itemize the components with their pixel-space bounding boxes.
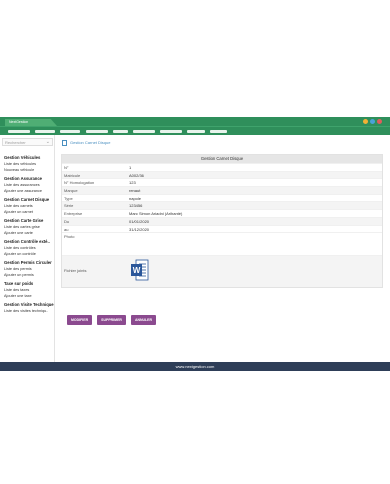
nav-item[interactable]: [187, 130, 205, 133]
detail-row: Série 123456: [62, 201, 382, 210]
footer-url[interactable]: www.nextgestion.com: [176, 364, 215, 369]
sidebar-item[interactable]: Ajouter un carnet: [4, 209, 54, 215]
detail-value: Marc Simon Ariadni (Arihanté): [129, 211, 183, 217]
detail-label: N° Homologation: [64, 180, 95, 186]
breadcrumb-label: Gestion Carnet Disque: [70, 140, 111, 146]
svg-text:W: W: [133, 266, 141, 275]
nav-item[interactable]: [160, 130, 182, 133]
app-window: NextGestion Rechercher ⌄ Gestion Véhicul…: [0, 117, 390, 371]
detail-label: Série: [64, 203, 74, 209]
nav-item[interactable]: [35, 130, 55, 133]
photo-value: [129, 233, 382, 255]
sidebar-item[interactable]: Liste des visites techniqu..: [4, 308, 54, 314]
action-buttons: MODIFIER SUPPRIMER ANNULER: [67, 315, 157, 325]
detail-card: Gestion Carnet Disque N° 1 Matricule A002/3…: [61, 154, 383, 289]
sidebar-menu: Gestion Véhicules Liste des véhicules Nouv…: [4, 152, 54, 314]
title-bar: NextGestion: [0, 117, 390, 126]
delete-button[interactable]: SUPPRIMER: [97, 315, 126, 325]
detail-value: 1: [129, 165, 132, 170]
sidebar-item[interactable]: Ajouter une assurance: [4, 188, 54, 194]
minimize-dot-icon[interactable]: [363, 119, 368, 124]
detail-label: Matricule: [64, 172, 81, 178]
nav-item[interactable]: [8, 130, 30, 133]
detail-row: N° 1: [62, 163, 382, 171]
file-row: Fichier joints: [62, 255, 382, 288]
top-navbar: [0, 126, 390, 135]
word-file-icon[interactable]: W: [131, 259, 149, 281]
detail-row: au 31/12/2020: [62, 224, 382, 233]
app-tab[interactable]: NextGestion: [5, 119, 57, 126]
nav-item[interactable]: [210, 130, 227, 133]
detail-rows: N° 1 Matricule A002/36 N° Homologation 123 Mar…: [62, 163, 382, 232]
document-icon: [62, 140, 67, 146]
photo-label: Photo: [64, 234, 75, 240]
file-label: Fichier joints: [64, 268, 87, 274]
maximize-dot-icon[interactable]: [370, 119, 375, 124]
close-dot-icon[interactable]: [377, 119, 382, 124]
detail-value: 31/12/2020: [129, 226, 150, 232]
cancel-button[interactable]: ANNULER: [130, 315, 157, 325]
detail-row: Type napole: [62, 193, 382, 202]
sidebar-item[interactable]: Ajouter un contrôle: [4, 251, 54, 257]
detail-value: renaut: [129, 188, 141, 194]
nav-item[interactable]: [133, 130, 155, 133]
sidebar: Rechercher ⌄ Gestion Véhicules Liste des …: [0, 135, 55, 362]
sidebar-item[interactable]: Ajouter une carte: [4, 230, 54, 236]
file-value: [129, 256, 382, 287]
detail-label: au: [64, 226, 69, 232]
detail-label: Entreprise: [64, 211, 83, 217]
breadcrumb[interactable]: Gestion Carnet Disque: [62, 140, 110, 146]
search-input[interactable]: Rechercher ⌄: [2, 138, 53, 146]
detail-row: Matricule A002/36: [62, 170, 382, 179]
sidebar-item[interactable]: Ajouter un permis: [4, 272, 54, 278]
detail-value: 123: [129, 180, 136, 186]
detail-value: A002/36: [129, 172, 144, 178]
detail-label: Du: [64, 218, 70, 224]
nav-item[interactable]: [86, 130, 108, 133]
app-tab-label: NextGestion: [9, 120, 29, 124]
photo-row: Photo: [62, 232, 382, 255]
detail-row: Du 01/01/2020: [62, 216, 382, 225]
detail-value: napole: [129, 195, 142, 201]
sidebar-item[interactable]: Nouveau véhicule: [4, 167, 54, 173]
detail-value: 01/01/2020: [129, 218, 150, 224]
nav-item[interactable]: [60, 130, 80, 133]
detail-label: Marque: [64, 188, 78, 194]
window-controls: [363, 119, 382, 124]
detail-row: N° Homologation 123: [62, 178, 382, 186]
detail-row: Marque renaut: [62, 186, 382, 194]
detail-value: 123456: [129, 203, 143, 209]
detail-row: Entreprise Marc Simon Ariadni (Arihanté): [62, 209, 382, 217]
chevron-down-icon: ⌄: [45, 139, 50, 145]
card-title: Gestion Carnet Disque: [62, 155, 382, 163]
nav-item[interactable]: [113, 130, 128, 133]
detail-label: Type: [64, 195, 73, 201]
main-content: Gestion Carnet Disque Gestion Carnet Dis…: [58, 135, 384, 362]
modify-button[interactable]: MODIFIER: [67, 315, 93, 325]
sidebar-item[interactable]: Ajouter une taxe: [4, 293, 54, 299]
detail-label: N°: [64, 165, 69, 170]
search-placeholder: Rechercher: [5, 140, 26, 145]
footer: www.nextgestion.com: [0, 362, 390, 371]
